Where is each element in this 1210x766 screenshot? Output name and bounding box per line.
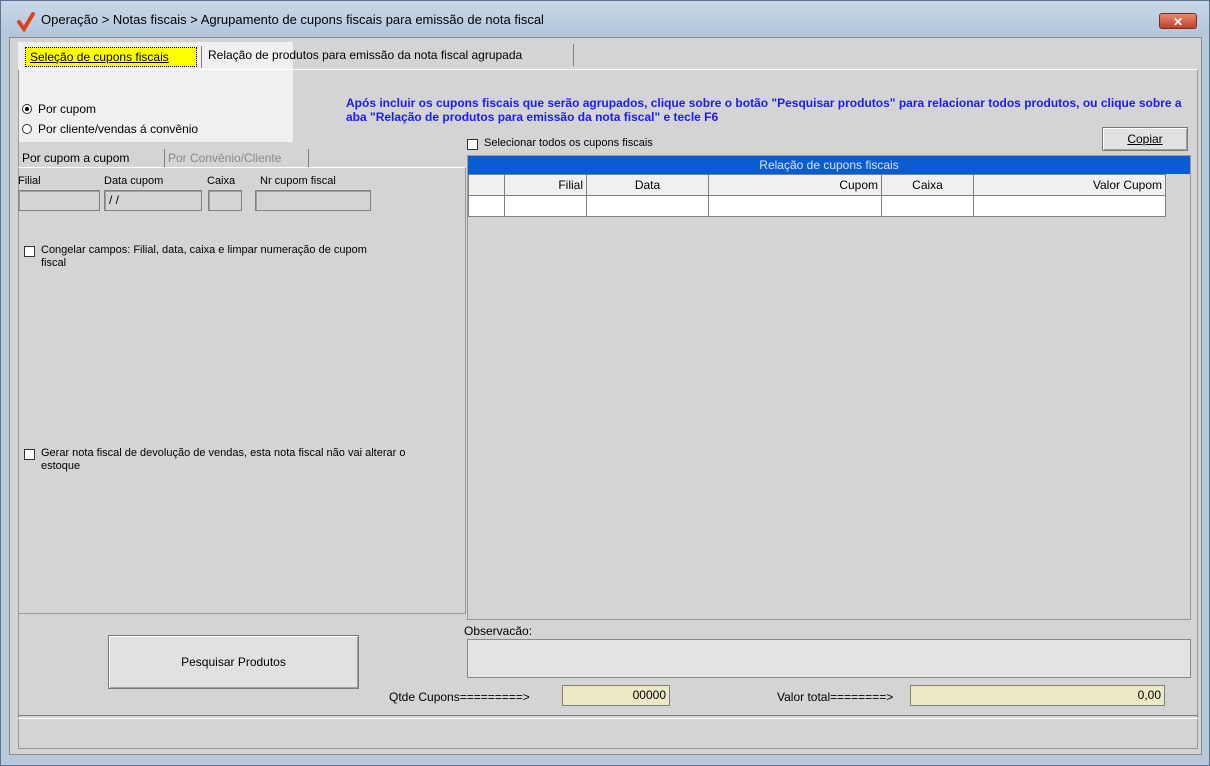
subtab-label: Por cupom a cupom xyxy=(22,151,130,165)
checkbox-box xyxy=(24,246,35,257)
close-button[interactable]: ✕ xyxy=(1159,13,1197,29)
filial-input[interactable] xyxy=(18,190,100,211)
checkbox-label: Congelar campos: Filial, data, caixa e l… xyxy=(41,244,367,269)
cupons-grid-panel: Relação de cupons fiscais Filial Data Cu… xyxy=(467,155,1191,620)
window-title: Operação > Notas fiscais > Agrupamento d… xyxy=(41,12,544,27)
app-window: Operação > Notas fiscais > Agrupamento d… xyxy=(0,0,1210,766)
pesquisar-produtos-button[interactable]: Pesquisar Produtos xyxy=(108,635,359,689)
valor-total-label: Valor total========> xyxy=(777,690,894,704)
copy-button-label: Copiar xyxy=(1127,132,1163,146)
tab-relacao-produtos[interactable]: Relação de produtos para emissão da nota… xyxy=(204,44,574,66)
grid-col-caixa: Caixa xyxy=(881,174,974,196)
qtde-cupons-value: 00000 xyxy=(562,685,670,706)
grid-header-row: Filial Data Cupom Caixa Valor Cupom xyxy=(468,174,1166,196)
subtab-por-convenio[interactable]: Por Convênio/Cliente xyxy=(164,149,309,167)
checkbox-box xyxy=(467,139,478,150)
nr-cupom-label: Nr cupom fiscal xyxy=(260,175,336,187)
qtde-cupons-label: Qtde Cupons=========> xyxy=(389,690,530,704)
grid-cell[interactable] xyxy=(881,195,974,217)
data-cupom-input[interactable]: / / xyxy=(104,190,202,211)
grid-col-filial: Filial xyxy=(504,174,587,196)
radio-label: Por cupom xyxy=(38,102,97,116)
tab-separator xyxy=(201,46,202,68)
caixa-input[interactable] xyxy=(208,190,242,211)
observacao-label: Observacão: xyxy=(464,624,533,638)
radio-label: Por cliente/vendas á convênio xyxy=(38,122,199,136)
grid-cell[interactable] xyxy=(708,195,882,217)
grid-col-data: Data xyxy=(586,174,709,196)
left-panel xyxy=(18,167,466,614)
grid-cell[interactable] xyxy=(973,195,1166,217)
grid-cell[interactable] xyxy=(504,195,587,217)
filial-label: Filial xyxy=(18,175,41,187)
tab-label: Relação de produtos para emissão da nota… xyxy=(208,48,523,62)
radio-selected-icon xyxy=(22,104,32,114)
subtab-por-cupom[interactable]: Por cupom a cupom xyxy=(18,149,165,167)
return-invoice-checkbox[interactable]: Gerar nota fiscal de devolução de vendas… xyxy=(24,447,444,473)
title-bar[interactable]: Operação > Notas fiscais > Agrupamento d… xyxy=(1,1,1209,37)
grid-cell[interactable] xyxy=(468,195,505,217)
grid-title: Relação de cupons fiscais xyxy=(468,156,1190,174)
copy-button[interactable]: Copiar xyxy=(1102,127,1188,151)
freeze-fields-checkbox[interactable]: Congelar campos: Filial, data, caixa e l… xyxy=(24,244,384,270)
grid-col-valor: Valor Cupom xyxy=(973,174,1166,196)
valor-total-value: 0,00 xyxy=(910,685,1165,706)
radio-unselected-icon xyxy=(22,124,32,134)
tab-selecao-cupons[interactable]: Seleção de cupons fiscais xyxy=(25,47,197,67)
radio-por-cupom[interactable]: Por cupom xyxy=(22,102,96,116)
close-icon: ✕ xyxy=(1172,15,1184,29)
grid-col-cupom: Cupom xyxy=(708,174,882,196)
cupons-grid[interactable]: Filial Data Cupom Caixa Valor Cupom xyxy=(468,174,1166,217)
table-row[interactable] xyxy=(468,195,1166,217)
tab-label: Seleção de cupons fiscais xyxy=(30,50,169,64)
client-area: Seleção de cupons fiscais Relação de pro… xyxy=(9,37,1202,755)
nr-cupom-input[interactable] xyxy=(255,190,371,211)
select-all-checkbox[interactable]: Selecionar todos os cupons fiscais xyxy=(467,137,653,150)
data-cupom-label: Data cupom xyxy=(104,175,164,187)
observacao-field[interactable] xyxy=(467,639,1191,678)
button-label: Pesquisar Produtos xyxy=(181,655,286,669)
checkbox-label: Gerar nota fiscal de devolução de vendas… xyxy=(41,447,406,472)
caixa-label: Caixa xyxy=(207,175,236,187)
checkbox-label: Selecionar todos os cupons fiscais xyxy=(484,137,653,149)
checkbox-box xyxy=(24,449,35,460)
radio-por-cliente[interactable]: Por cliente/vendas á convênio xyxy=(22,122,198,136)
subtab-label: Por Convênio/Cliente xyxy=(168,151,282,165)
data-value: / / xyxy=(109,193,120,207)
status-divider xyxy=(18,715,1198,719)
app-check-icon xyxy=(17,12,35,32)
instruction-text: Após incluir os cupons fiscais que serão… xyxy=(346,96,1182,124)
grid-cell[interactable] xyxy=(586,195,709,217)
grid-col-select xyxy=(468,174,505,196)
